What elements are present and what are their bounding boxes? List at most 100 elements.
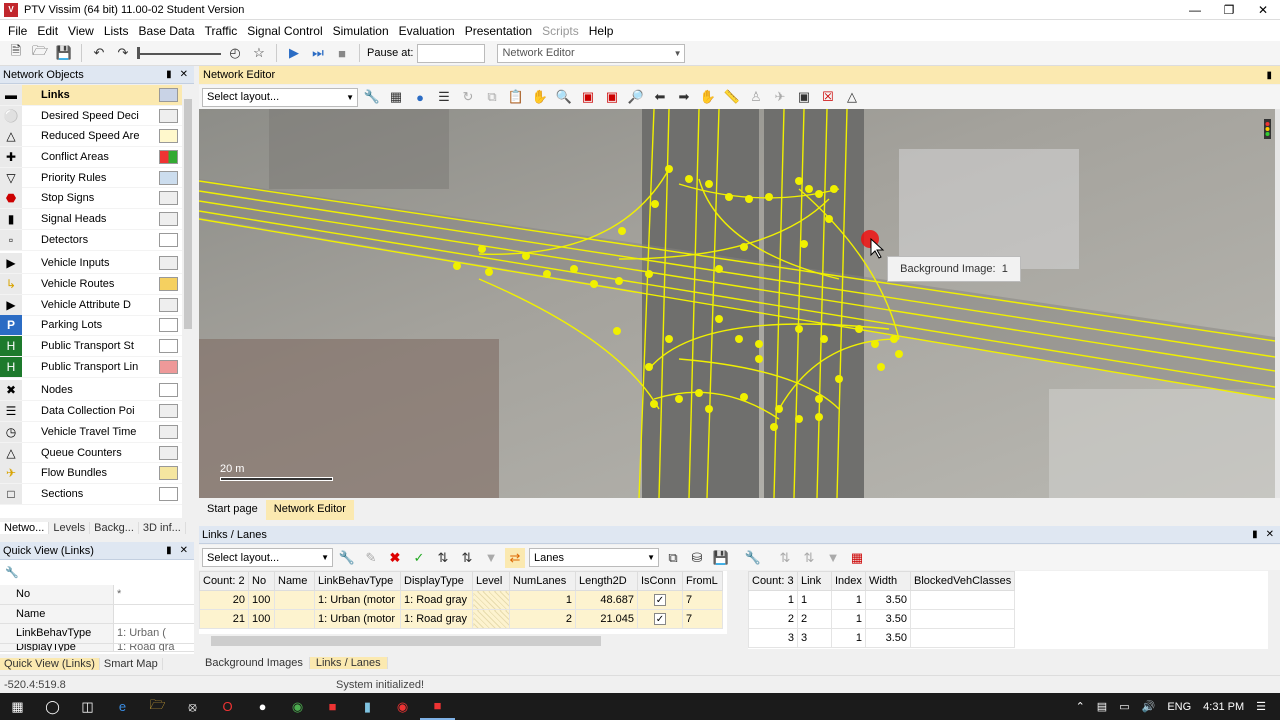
screen-recorder-icon[interactable]: ◉ [385, 693, 420, 720]
quick-view-value[interactable] [114, 605, 194, 624]
table-cell[interactable]: 3.50 [865, 609, 911, 629]
editor-layout-select[interactable]: Select layout... ▼ [202, 87, 358, 107]
network-object-parking-lots[interactable]: P Parking Lots [0, 315, 194, 337]
color-swatch[interactable] [159, 339, 178, 354]
network-object-conflict-areas[interactable]: ✚ Conflict Areas [0, 146, 194, 168]
table-cell[interactable]: 3.50 [865, 590, 911, 610]
close-icon[interactable]: ✕ [1266, 529, 1274, 540]
column-header[interactable]: BlockedVehClasses [909, 571, 1016, 591]
table-settings-icon[interactable]: ▦ [847, 548, 867, 568]
table-cell[interactable]: 1: Road gray [400, 590, 473, 610]
color-swatch[interactable] [159, 445, 178, 460]
table-row[interactable]: 1 1 1 3.50 [748, 590, 1016, 610]
database-icon[interactable]: ⛁ [687, 548, 707, 568]
paste-icon[interactable]: 📋 [506, 87, 526, 107]
network-object-travel-time[interactable]: ◷ Vehicle Travel Time [0, 421, 194, 443]
network-object-vehicle-attribute[interactable]: ▶ Vehicle Attribute D [0, 294, 194, 316]
pedestrian-icon[interactable]: ♙ [746, 87, 766, 107]
pin-icon[interactable]: ▮ [166, 545, 172, 556]
color-swatch[interactable] [159, 424, 178, 439]
network-object-vehicle-routes[interactable]: ↳ Vehicle Routes [0, 274, 194, 295]
column-header[interactable]: Name [274, 571, 315, 591]
network-object-flow-bundles[interactable]: ✈ Flow Bundles [0, 463, 194, 485]
table-cell[interactable] [909, 628, 1016, 648]
menu-traffic[interactable]: Traffic [200, 24, 243, 38]
table-cell[interactable]: 21 [199, 609, 249, 629]
menu-edit[interactable]: Edit [32, 24, 63, 38]
sort-ascending-icon[interactable]: ⇅ [433, 548, 453, 568]
color-swatch[interactable] [159, 211, 178, 226]
quick-view-value[interactable]: 1: Urban ( [114, 624, 194, 643]
color-swatch[interactable] [159, 486, 178, 501]
table-cell[interactable]: 1 [831, 590, 866, 610]
opera-icon[interactable]: O [210, 693, 245, 720]
isconn-checkbox[interactable]: ✓ [654, 613, 666, 625]
sort-ascending-icon[interactable]: ⇅ [775, 548, 795, 568]
network-object-queue-counters[interactable]: △ Queue Counters [0, 442, 194, 464]
zoom-in-icon[interactable]: 🔍 [554, 87, 574, 107]
save-icon[interactable]: 💾 [711, 548, 731, 568]
play-icon[interactable]: ▶ [284, 43, 304, 63]
network-object-pt-stops[interactable]: H Public Transport St [0, 336, 194, 357]
table-cell[interactable] [472, 590, 510, 610]
airplane-icon[interactable]: ✈ [770, 87, 790, 107]
pan-hand-icon[interactable]: ✋ [530, 87, 550, 107]
task-view-icon[interactable]: ◫ [70, 693, 105, 720]
column-header[interactable]: Count: 3 [748, 571, 798, 591]
network-object-reduced-speed[interactable]: △ Reduced Speed Are [0, 126, 194, 148]
editor-type-select[interactable]: Network Editor ▼ [497, 43, 686, 63]
editor-scrollbar[interactable] [1275, 109, 1280, 498]
3d-view-icon[interactable]: △ [842, 87, 862, 107]
color-swatch[interactable] [159, 256, 178, 271]
pause-at-input[interactable] [417, 43, 486, 63]
close-button[interactable]: ✕ [1246, 0, 1280, 20]
step-icon[interactable]: ⏭ [308, 43, 328, 63]
open-folder-icon[interactable]: 🗁 [30, 43, 50, 63]
redo-icon[interactable]: ↷ [113, 43, 133, 63]
pin-icon[interactable]: ▮ [1266, 70, 1280, 81]
table-cell[interactable]: 3.50 [865, 628, 911, 648]
quick-view-value[interactable]: * [114, 585, 194, 604]
sort-descending-icon[interactable]: ⇅ [799, 548, 819, 568]
network-object-sections[interactable]: □ Sections [0, 483, 194, 505]
tab-backgrounds[interactable]: Backg... [90, 522, 139, 534]
table-cell[interactable]: 2 [509, 609, 576, 629]
network-editor-canvas[interactable]: Background Image: 1 20 m [199, 109, 1275, 498]
clock[interactable]: 4:31 PM [1203, 701, 1244, 713]
save-icon[interactable]: 💾 [54, 43, 74, 63]
forward-arrow-icon[interactable]: ➡ [674, 87, 694, 107]
color-swatch[interactable] [159, 108, 178, 123]
relation-select[interactable]: Lanes ▼ [529, 548, 659, 567]
battery-icon[interactable]: ▭ [1119, 700, 1129, 713]
no-display-icon[interactable]: ☒ [818, 87, 838, 107]
color-swatch[interactable] [159, 129, 178, 144]
table-row[interactable]: 21 100 1: Urban (motor 1: Road gray 2 21… [199, 609, 723, 629]
maximize-button[interactable]: ❐ [1212, 0, 1246, 20]
zoom-window-icon[interactable]: ▣ [602, 87, 622, 107]
network-object-links[interactable]: ▬ Links [0, 85, 194, 106]
chrome-icon[interactable]: ◉ [280, 693, 315, 720]
tab-background-images[interactable]: Background Images [199, 657, 310, 669]
tab-network-objects[interactable]: Netwo... [0, 522, 50, 534]
network-object-vehicle-inputs[interactable]: ▶ Vehicle Inputs [0, 253, 194, 275]
select-net-icon[interactable]: ✓ [409, 548, 429, 568]
table-cell[interactable]: 2 [797, 609, 832, 629]
table-cell[interactable]: 1 [748, 590, 798, 610]
network-object-detectors[interactable]: ▫ Detectors [0, 229, 194, 251]
tab-quick-view[interactable]: Quick View (Links) [0, 658, 100, 670]
lanes-table-vscrollbar[interactable] [1268, 571, 1280, 649]
close-icon[interactable]: ✕ [180, 69, 188, 80]
vissim-taskbar-icon[interactable]: ■ [420, 693, 455, 720]
volume-icon[interactable]: 🔊 [1142, 700, 1156, 713]
color-swatch[interactable] [159, 191, 178, 206]
color-swatch[interactable] [159, 232, 178, 247]
menu-evaluation[interactable]: Evaluation [394, 24, 460, 38]
camera-icon[interactable]: ▣ [794, 87, 814, 107]
table-cell[interactable] [274, 609, 315, 629]
menu-presentation[interactable]: Presentation [460, 24, 537, 38]
color-swatch[interactable] [159, 318, 178, 333]
speed-gauge-icon[interactable]: ◴ [225, 43, 245, 63]
links-layout-select[interactable]: Select layout... ▼ [202, 548, 333, 567]
copy-icon[interactable]: ⧉ [663, 548, 683, 568]
menu-scripts[interactable]: Scripts [537, 24, 584, 38]
